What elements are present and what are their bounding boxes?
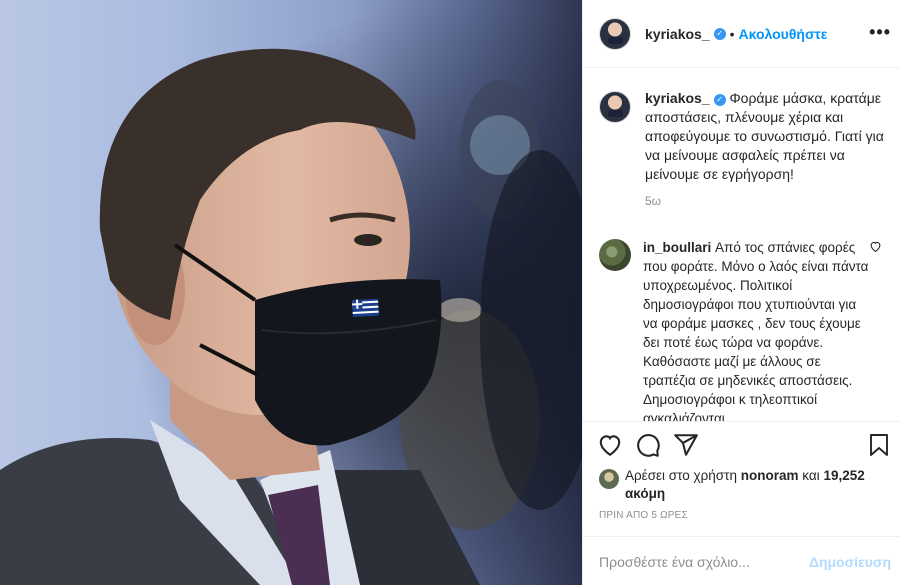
comment-like-heart-icon[interactable]: [869, 240, 882, 253]
post-side-panel: kyriakos_ ✓ • Ακολουθήστε ••• kyriakos_ ✓…: [582, 0, 900, 585]
post-comment-button[interactable]: Δημοσίευση: [809, 554, 891, 570]
post-photo: [0, 0, 582, 585]
heart-icon[interactable]: [597, 432, 623, 458]
comments-area[interactable]: kyriakos_ ✓ Φοράμε μάσκα, κρατάμε αποστάσ…: [583, 69, 900, 421]
likes-prefix: Αρέσει στο χρήστη: [625, 468, 737, 483]
bookmark-icon[interactable]: [867, 432, 891, 458]
commenter-avatar[interactable]: [599, 239, 631, 271]
add-comment-bar: Προσθέστε ένα σχόλιο... Δημοσίευση: [583, 536, 900, 585]
verified-icon: ✓: [713, 27, 726, 40]
liker-avatar[interactable]: [599, 469, 619, 489]
caption-timestamp[interactable]: 5ω: [645, 194, 885, 208]
posted-time[interactable]: ΠΡΙΝ ΑΠΟ 5 ΩΡΕΣ: [599, 510, 688, 521]
author-avatar[interactable]: [599, 17, 631, 50]
commenter-username[interactable]: in_boullari: [643, 240, 711, 255]
comment-item: in_boullari Από τος σπάνιες φορές που φο…: [583, 222, 900, 421]
separator-dot: •: [729, 25, 735, 42]
verified-icon: ✓: [713, 94, 726, 106]
caption-avatar[interactable]: [599, 91, 631, 123]
share-icon[interactable]: [673, 432, 699, 458]
comment-icon[interactable]: [635, 432, 661, 458]
photo-illustration: [0, 0, 582, 585]
comment-input[interactable]: Προσθέστε ένα σχόλιο...: [599, 554, 809, 570]
caption-username[interactable]: kyriakos_: [645, 90, 710, 106]
post-header: kyriakos_ ✓ • Ακολουθήστε •••: [583, 0, 900, 68]
post-actions: Αρέσει στο χρήστη nonoram και 19,252 ακό…: [583, 421, 900, 585]
more-icon[interactable]: •••: [869, 22, 891, 43]
follow-button[interactable]: Ακολουθήστε: [739, 26, 828, 42]
caption: kyriakos_ ✓ Φοράμε μάσκα, κρατάμε αποστάσ…: [583, 69, 900, 208]
comment-text: Από τος σπάνιες φορές που φοράτε. Μόνο ο…: [643, 240, 869, 421]
liker-username[interactable]: nonoram: [741, 468, 799, 483]
author-username[interactable]: kyriakos_: [645, 26, 710, 42]
likes-conj: και: [802, 468, 820, 483]
likes-summary: Αρέσει στο χρήστη nonoram και 19,252 ακό…: [599, 467, 889, 503]
